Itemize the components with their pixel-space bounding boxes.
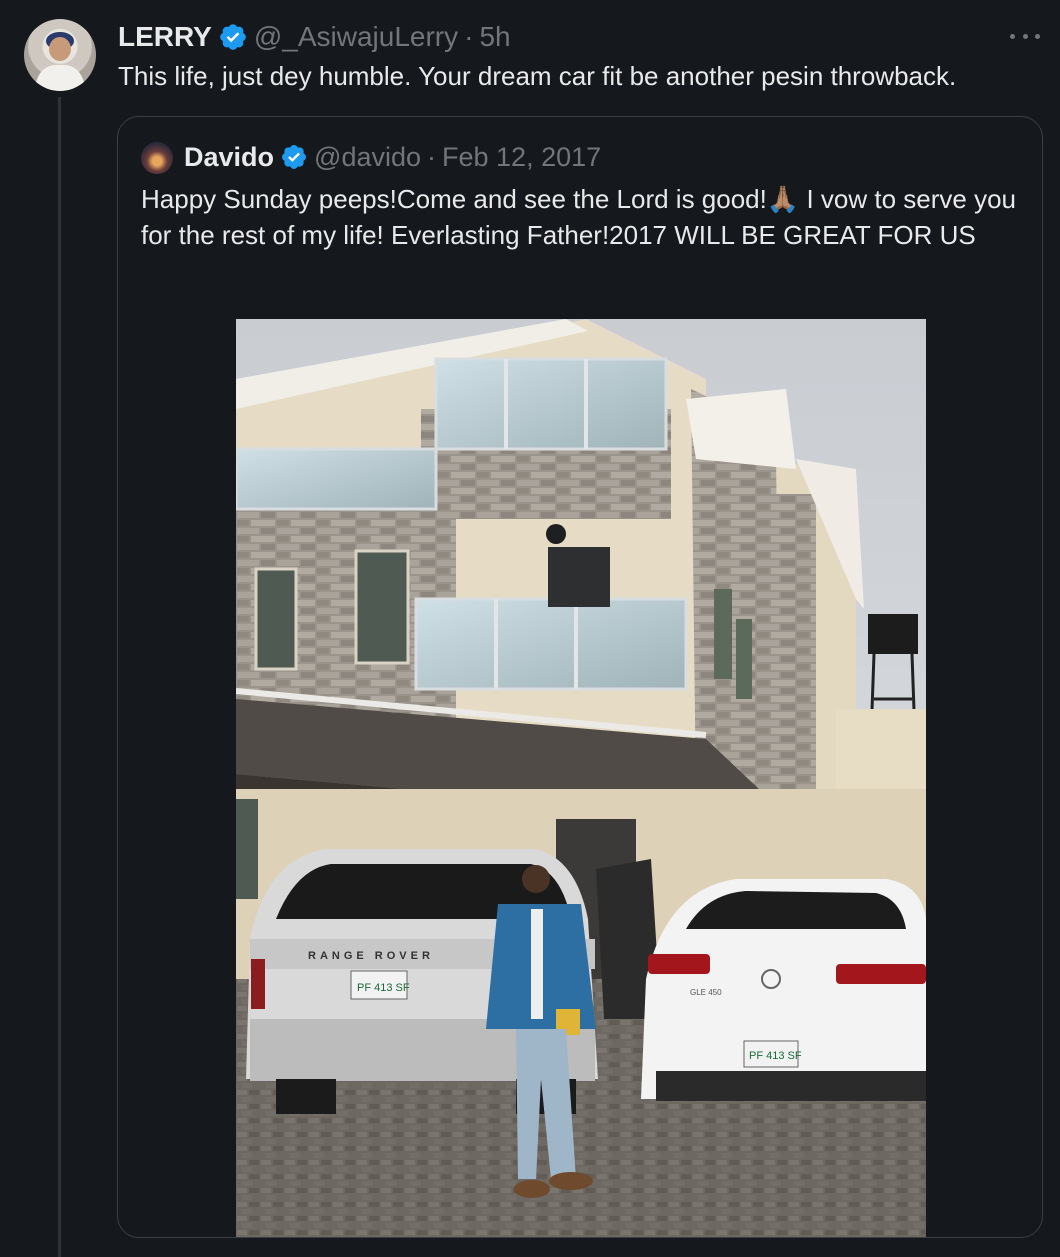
- separator: ·: [464, 21, 474, 52]
- avatar[interactable]: [24, 19, 96, 91]
- quoted-date[interactable]: Feb 12, 2017: [442, 142, 601, 173]
- quoted-author-name[interactable]: Davido: [184, 142, 274, 173]
- quoted-avatar[interactable]: [141, 142, 173, 174]
- car2-badge: GLE 450: [690, 988, 722, 997]
- quoted-tweet[interactable]: Davido @davido · Feb 12, 2017 Happy Sund…: [117, 116, 1043, 1238]
- timestamp[interactable]: 5h: [479, 21, 510, 53]
- more-options-icon[interactable]: [1010, 26, 1040, 46]
- author-handle[interactable]: @_AsiwajuLerry: [254, 21, 458, 53]
- car1-badge: RANGE ROVER: [308, 950, 434, 962]
- verified-badge-icon: [220, 24, 246, 50]
- tweet-photo[interactable]: RANGE ROVER PF 413 SF GLE 450 PF 413 SF: [236, 319, 926, 1237]
- quoted-header: Davido @davido · Feb 12, 2017: [184, 139, 601, 175]
- quoted-text: Happy Sunday peeps!Come and see the Lord…: [141, 184, 1016, 250]
- tweet-text: This life, just dey humble. Your dream c…: [118, 61, 957, 91]
- author-name[interactable]: LERRY: [118, 21, 212, 53]
- verified-badge-icon: [282, 145, 306, 169]
- separator: ·: [427, 141, 437, 172]
- thread-line: [58, 97, 61, 1257]
- quoted-handle[interactable]: @davido: [314, 142, 421, 173]
- car2-plate: PF 413 SF: [749, 1050, 802, 1062]
- car1-plate: PF 413 SF: [357, 982, 410, 994]
- tweet-header: LERRY @_AsiwajuLerry · 5h: [118, 20, 511, 54]
